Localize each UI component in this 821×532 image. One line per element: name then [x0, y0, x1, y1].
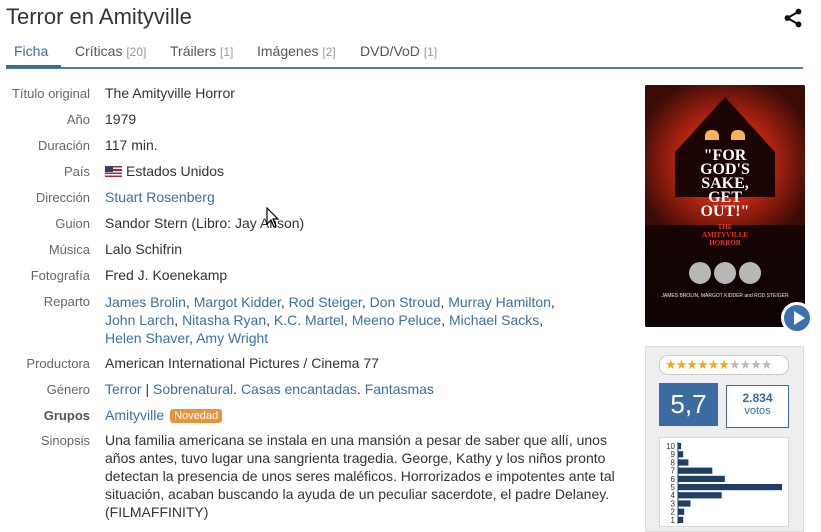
votes-count: 2.834 — [742, 391, 773, 405]
poster-film-title: THE AMITYVILLE HORROR — [702, 223, 748, 247]
genre-separator: | — [145, 381, 150, 397]
histogram-bar — [678, 492, 722, 499]
histogram-bar — [678, 443, 682, 450]
histogram-bar — [678, 500, 691, 507]
cast-list: James Brolin, Margot Kidder, Rod Steiger… — [105, 294, 555, 346]
tab-criticas[interactable]: Críticas [20] — [75, 43, 146, 59]
cast-link[interactable]: Amy Wright — [196, 330, 268, 346]
photography-value: Fred J. Koenekamp — [105, 267, 228, 283]
tab-ficha[interactable]: Ficha — [14, 43, 48, 59]
screenplay-label: Guion — [55, 216, 90, 231]
histogram-bar — [678, 459, 689, 466]
synopsis-label: Sinopsis — [40, 433, 90, 448]
histogram-bar — [678, 484, 782, 491]
country-label: País — [63, 164, 90, 179]
cast-link[interactable]: Rod Steiger — [289, 294, 362, 310]
cast-label: Reparto — [43, 294, 90, 309]
country-name: Estados Unidos — [126, 163, 225, 179]
histogram-bar — [678, 508, 685, 515]
duration-value: 117 min. — [105, 137, 158, 153]
director-label: Dirección — [35, 190, 90, 205]
play-trailer-button[interactable] — [781, 302, 813, 334]
poster-credits: JAMES BROLIN, MARGOT KIDDER and ROD STEI… — [661, 293, 789, 299]
votes-box[interactable]: 2.834 votos — [726, 385, 789, 428]
poster-face-3 — [739, 262, 761, 284]
cast-link[interactable]: James Brolin — [105, 294, 186, 310]
cast-link[interactable]: John Larch — [105, 312, 174, 328]
tab-bar: Ficha Críticas [20] Tráilers [1] Imágene… — [6, 38, 803, 69]
music-value: Lalo Schifrin — [105, 241, 183, 257]
us-flag-icon — [105, 166, 122, 177]
producer-value: American International Pictures / Cinema… — [105, 355, 379, 371]
rating-box: ★★★★★★★★★★ 5,7 2.834 votos 10 9 8 7 6 5 4 3 2 1 — [645, 346, 804, 532]
producer-label: Productora — [26, 356, 90, 371]
groups-label: Grupos — [43, 408, 90, 423]
topic-link[interactable]: Fantasmas — [365, 381, 434, 397]
rating-histogram[interactable]: 10 9 8 7 6 5 4 3 2 1 — [659, 437, 789, 527]
group-link[interactable]: Amityville — [105, 407, 164, 423]
stars-filled: ★★★★★★ — [665, 357, 730, 372]
music-label: Música — [48, 242, 90, 257]
mouse-cursor — [266, 207, 280, 228]
tab-trailers[interactable]: Tráilers [1] — [170, 43, 233, 59]
original-title-value: The Amityville Horror — [105, 85, 235, 101]
cast-link[interactable]: Nitasha Ryan — [182, 312, 266, 328]
share-icon[interactable] — [782, 7, 804, 29]
poster-headline: "FOR GOD'S SAKE, GET OUT!" — [700, 147, 750, 220]
tab-imagenes[interactable]: Imágenes [2] — [257, 43, 336, 59]
poster-window-left — [705, 130, 719, 140]
cast-link[interactable]: Meeno Peluce — [352, 312, 442, 328]
poster-face-2 — [714, 262, 736, 284]
genre-link[interactable]: Terror — [105, 381, 142, 397]
duration-label: Duración — [37, 138, 90, 153]
average-rating: 5,7 — [659, 383, 718, 426]
cast-link[interactable]: K.C. Martel — [274, 312, 344, 328]
votes-label: votos — [744, 405, 771, 417]
country-value: Estados Unidos — [105, 163, 224, 179]
groups-value: Amityville Novedad — [105, 407, 223, 423]
year-label: Año — [66, 112, 90, 127]
histogram-level-label: 1 — [671, 516, 676, 525]
synopsis-text: Una familia americana se instala en una … — [105, 432, 615, 520]
cast-link[interactable]: Murray Hamilton — [448, 294, 551, 310]
cast-link[interactable]: Margot Kidder — [194, 294, 281, 310]
page-title: Terror en Amityville — [6, 4, 192, 29]
histogram-bar — [678, 451, 684, 458]
topic-link[interactable]: Casas encantadas — [241, 381, 357, 397]
poster-window-right — [731, 130, 745, 140]
genre-label: Género — [46, 382, 90, 397]
original-title-label: Título original — [11, 86, 90, 101]
histogram-bar — [678, 467, 713, 474]
director-link[interactable]: Stuart Rosenberg — [105, 189, 215, 205]
histogram-bar — [678, 516, 684, 523]
cast-link[interactable]: Helen Shaver — [105, 330, 189, 346]
photography-label: Fotografía — [30, 268, 90, 283]
tab-dvd-vod[interactable]: DVD/VoD [1] — [360, 43, 437, 59]
poster-face-1 — [689, 262, 711, 284]
movie-poster[interactable]: "FOR GOD'S SAKE, GET OUT!" THE AMITYVILL… — [645, 85, 805, 327]
new-badge: Novedad — [170, 409, 223, 423]
active-tab-indicator — [6, 65, 61, 68]
topic-link[interactable]: Sobrenatural — [153, 381, 233, 397]
star-rating: ★★★★★★★★★★ — [659, 355, 789, 375]
stars-empty: ★★★★ — [728, 357, 773, 372]
cast-link[interactable]: Michael Sacks — [449, 312, 539, 328]
year-value: 1979 — [105, 111, 137, 127]
histogram-bar — [678, 475, 725, 482]
director-value: Stuart Rosenberg — [105, 189, 215, 205]
cast-link[interactable]: Don Stroud — [370, 294, 441, 310]
genre-value: Terror | Sobrenatural. Casas encantadas.… — [105, 381, 434, 397]
histogram-chart: 10987654321 — [666, 442, 782, 525]
